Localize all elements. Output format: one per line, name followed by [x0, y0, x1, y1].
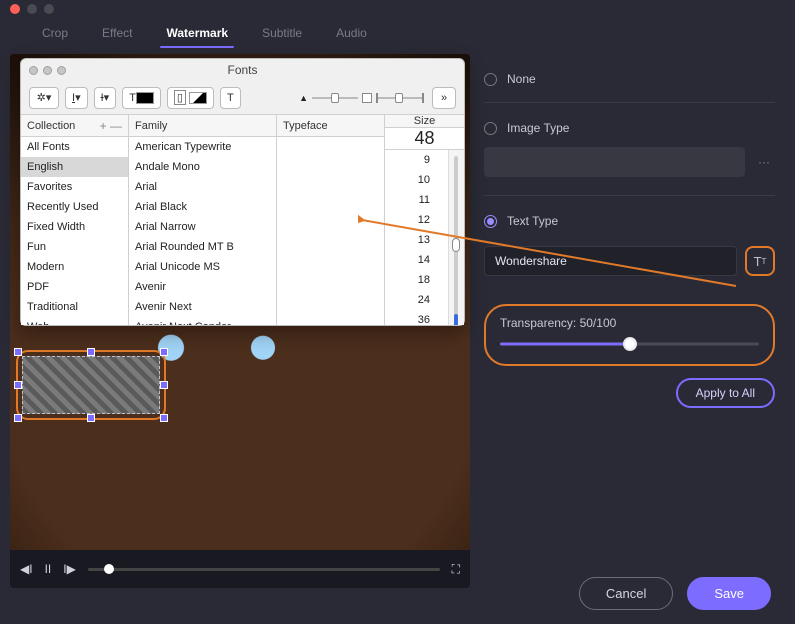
- fonts-popover-title: Fonts: [21, 63, 464, 77]
- resize-handle[interactable]: [14, 348, 22, 356]
- transparency-group: Transparency: 50/100: [484, 304, 775, 366]
- resize-handle[interactable]: [87, 414, 95, 422]
- playhead-thumb[interactable]: [104, 564, 114, 574]
- collection-item[interactable]: Fun: [21, 237, 128, 257]
- collection-item[interactable]: Recently Used: [21, 197, 128, 217]
- tab-crop[interactable]: Crop: [40, 22, 70, 46]
- size-item[interactable]: 10: [385, 170, 448, 190]
- option-text-label: Text Type: [507, 214, 558, 228]
- browse-image-button[interactable]: ···: [753, 155, 775, 169]
- family-item[interactable]: Arial Rounded MT B: [129, 237, 276, 257]
- fonts-gear-menu[interactable]: ✲▾: [29, 87, 59, 109]
- fullscreen-button[interactable]: ⛶: [452, 562, 460, 577]
- watermark-text-input[interactable]: [484, 246, 737, 276]
- cancel-button[interactable]: Cancel: [579, 577, 673, 610]
- window-titlebar: [0, 0, 795, 18]
- tab-subtitle[interactable]: Subtitle: [260, 22, 304, 46]
- size-item[interactable]: 36: [385, 310, 448, 325]
- transparency-thumb[interactable]: [623, 337, 637, 351]
- size-item[interactable]: 24: [385, 290, 448, 310]
- apply-to-all-button[interactable]: Apply to All: [676, 378, 775, 408]
- shadow-button[interactable]: T: [220, 87, 241, 109]
- window-close-button[interactable]: [10, 4, 20, 14]
- family-item[interactable]: Andale Mono: [129, 157, 276, 177]
- family-item[interactable]: Arial Black: [129, 197, 276, 217]
- resize-handle[interactable]: [160, 381, 168, 389]
- collection-item[interactable]: Modern: [21, 257, 128, 277]
- size-item[interactable]: 11: [385, 190, 448, 210]
- size-item[interactable]: 14: [385, 250, 448, 270]
- collection-header: Collection: [27, 120, 75, 132]
- watermark-selection[interactable]: [16, 350, 166, 420]
- slider-box-icon: [362, 93, 372, 103]
- option-none-label: None: [507, 72, 536, 86]
- transparency-slider[interactable]: [500, 338, 759, 350]
- option-image-label: Image Type: [507, 121, 569, 135]
- collection-item[interactable]: English: [21, 157, 128, 177]
- window-zoom-button[interactable]: [44, 4, 54, 14]
- size-item[interactable]: 9: [385, 150, 448, 170]
- pause-button[interactable]: II: [45, 562, 52, 576]
- tab-effect[interactable]: Effect: [100, 22, 134, 46]
- family-header: Family: [135, 120, 167, 132]
- save-button[interactable]: Save: [687, 577, 771, 610]
- playhead-track[interactable]: [88, 568, 440, 571]
- editor-tabbar: Crop Effect Watermark Subtitle Audio: [0, 18, 795, 54]
- option-none-row[interactable]: None: [484, 60, 775, 103]
- watermark-panel: None Image Type ··· Text Type TT Transpa…: [480, 54, 785, 588]
- size-current-value[interactable]: 48: [385, 128, 464, 150]
- size-scrollbar-thumb[interactable]: [452, 238, 460, 252]
- collection-item[interactable]: Fixed Width: [21, 217, 128, 237]
- resize-handle[interactable]: [87, 348, 95, 356]
- collection-item[interactable]: Favorites: [21, 177, 128, 197]
- family-item[interactable]: Avenir Next Conder: [129, 317, 276, 325]
- family-item[interactable]: Arial Narrow: [129, 217, 276, 237]
- next-frame-button[interactable]: I▶: [63, 562, 76, 576]
- family-item[interactable]: American Typewrite: [129, 137, 276, 157]
- size-item[interactable]: 12: [385, 210, 448, 230]
- strikethrough-menu[interactable]: I ▾: [94, 87, 117, 109]
- size-slider[interactable]: ▲: [295, 93, 426, 103]
- typeface-header: Typeface: [283, 120, 328, 132]
- underline-menu[interactable]: I ▾: [65, 87, 88, 109]
- toolbar-more-button[interactable]: »: [432, 87, 456, 109]
- resize-handle[interactable]: [14, 381, 22, 389]
- resize-handle[interactable]: [160, 414, 168, 422]
- collection-item[interactable]: Web: [21, 317, 128, 325]
- fonts-toolbar: ✲▾ I ▾ I ▾ T ▯ T ▲ »: [21, 81, 464, 115]
- watermark-thumbnail: [22, 356, 160, 414]
- family-item[interactable]: Avenir Next: [129, 297, 276, 317]
- fonts-popover: Fonts ✲▾ I ▾ I ▾ T ▯ T ▲ » Collection + —…: [20, 58, 465, 326]
- size-item[interactable]: 13: [385, 230, 448, 250]
- size-scrollbar[interactable]: [448, 150, 464, 325]
- family-item[interactable]: Arial: [129, 177, 276, 197]
- text-style-button[interactable]: TT: [745, 246, 775, 276]
- text-color-button[interactable]: T: [122, 87, 161, 109]
- transparency-label: Transparency: 50/100: [500, 316, 759, 330]
- option-text-row[interactable]: Text Type: [484, 196, 775, 232]
- window-minimize-button[interactable]: [27, 4, 37, 14]
- tab-audio[interactable]: Audio: [334, 22, 369, 46]
- collection-item[interactable]: All Fonts: [21, 137, 128, 157]
- tab-watermark[interactable]: Watermark: [164, 22, 230, 46]
- radio-image-type[interactable]: [484, 122, 497, 135]
- doc-color-button[interactable]: ▯: [167, 87, 214, 109]
- radio-none[interactable]: [484, 73, 497, 86]
- family-item[interactable]: Avenir: [129, 277, 276, 297]
- option-image-row[interactable]: Image Type: [484, 103, 775, 139]
- collection-add-remove[interactable]: + —: [100, 119, 122, 133]
- image-path-field[interactable]: [484, 147, 745, 177]
- radio-text-type[interactable]: [484, 215, 497, 228]
- player-controls: ◀I II I▶ ⛶: [10, 550, 470, 588]
- dialog-footer: Cancel Save: [579, 577, 771, 610]
- resize-handle[interactable]: [14, 414, 22, 422]
- prev-frame-button[interactable]: ◀I: [20, 562, 33, 576]
- size-item[interactable]: 18: [385, 270, 448, 290]
- collection-item[interactable]: Traditional: [21, 297, 128, 317]
- family-item[interactable]: Arial Unicode MS: [129, 257, 276, 277]
- resize-handle[interactable]: [160, 348, 168, 356]
- collection-item[interactable]: PDF: [21, 277, 128, 297]
- size-header: Size: [414, 115, 435, 127]
